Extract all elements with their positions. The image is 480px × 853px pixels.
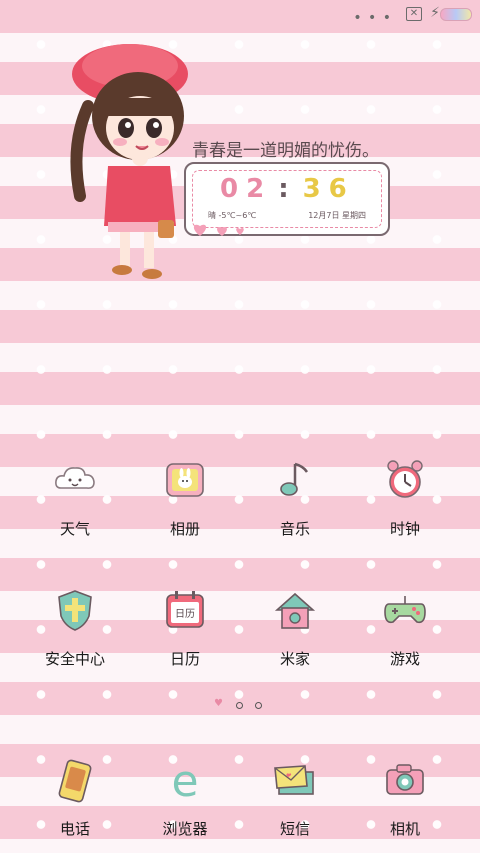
more-dots-icon: • • •	[353, 10, 392, 26]
battery-icon	[440, 8, 472, 21]
calendar-icon-text: 日历	[175, 608, 195, 620]
browser-e-icon: e	[171, 756, 198, 804]
clock-hour: 02	[220, 174, 273, 204]
page-dot[interactable]	[236, 702, 243, 709]
bunny-frame-icon	[166, 463, 204, 497]
app-label: 相机	[389, 820, 420, 838]
app-gallery[interactable]: 相册	[130, 456, 240, 546]
app-calendar[interactable]: 日历 日历	[130, 586, 240, 676]
calendar-icon: 日历	[166, 591, 204, 628]
app-games[interactable]: 游戏	[350, 586, 460, 676]
app-camera[interactable]: 相机	[350, 756, 460, 846]
app-label: 短信	[279, 820, 310, 838]
app-label: 安全中心	[44, 650, 105, 668]
current-page-heart-icon: ♥	[214, 698, 223, 709]
app-label: 电话	[59, 820, 90, 838]
camera-icon	[386, 764, 424, 795]
music-note-icon	[280, 462, 309, 496]
app-label: 日历	[169, 650, 200, 668]
app-label: 米家	[279, 650, 310, 668]
app-music[interactable]: 音乐	[240, 456, 350, 546]
clock-minute: 36	[302, 174, 355, 204]
page-dot[interactable]	[255, 702, 262, 709]
app-security[interactable]: 安全中心	[20, 586, 130, 676]
clock-time: 02:36	[220, 174, 355, 204]
gamepad-icon	[384, 596, 426, 624]
app-messages[interactable]: 短信	[240, 756, 350, 846]
app-weather[interactable]: 天气	[20, 456, 130, 546]
app-label: 浏览器	[162, 820, 208, 838]
app-label: 相册	[169, 520, 200, 538]
phone-icon	[58, 759, 92, 803]
shield-icon	[58, 590, 92, 631]
app-label: 时钟	[389, 520, 420, 538]
message-envelope-icon	[274, 765, 314, 795]
clock-separator: :	[278, 174, 297, 204]
widget-quote: 青春是一道明媚的忧伤。	[192, 141, 379, 161]
app-label: 音乐	[279, 520, 310, 538]
alarm-clock-icon	[387, 460, 423, 498]
cloud-icon	[55, 467, 95, 489]
page-indicator[interactable]: ♥	[214, 698, 274, 712]
date-text: 12月7日 星期四	[308, 211, 366, 220]
charging-bolt-icon: ⚡	[430, 5, 440, 21]
status-bar: • • • ✕ ⚡	[0, 0, 480, 28]
house-icon	[274, 592, 316, 629]
hearts-decoration	[193, 224, 244, 236]
app-browser[interactable]: e 浏览器	[130, 756, 240, 846]
app-phone[interactable]: 电话	[20, 756, 130, 846]
browser-icon-text: e	[171, 756, 198, 804]
app-label: 游戏	[389, 650, 420, 668]
app-label: 天气	[59, 520, 90, 538]
app-mijia[interactable]: 米家	[240, 586, 350, 676]
app-clock[interactable]: 时钟	[350, 456, 460, 546]
sim-card-icon: ✕	[406, 7, 422, 21]
girl-illustration	[70, 44, 188, 279]
